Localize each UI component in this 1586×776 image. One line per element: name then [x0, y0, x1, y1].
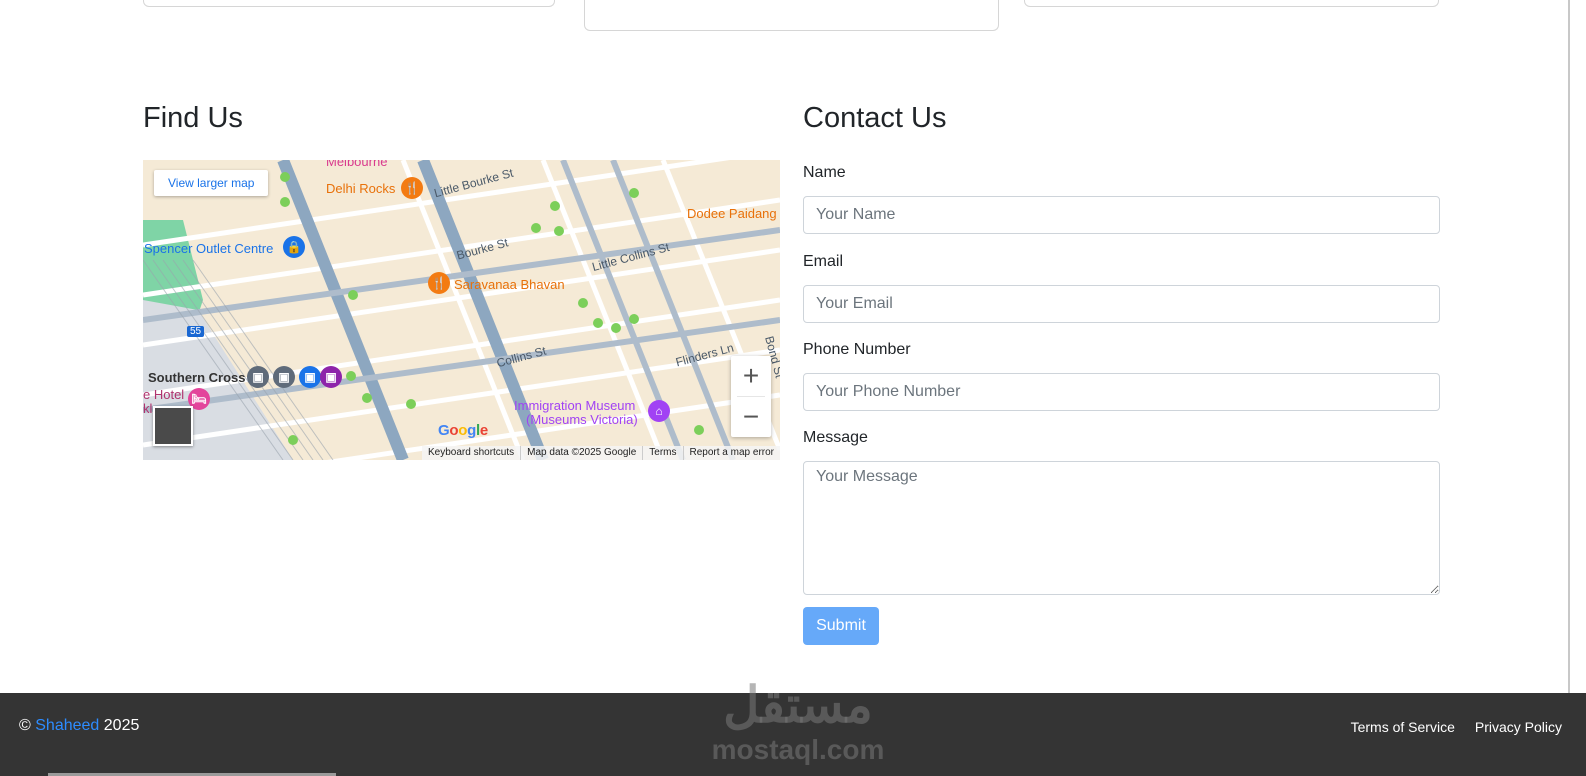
watermark-arabic: مستقل: [723, 677, 873, 733]
google-logo: Google: [438, 422, 488, 439]
scrollbar[interactable]: [1568, 0, 1586, 693]
site-footer: © Shaheed 2025 مستقل mostaql.com Terms o…: [0, 677, 1586, 776]
zoom-in-button[interactable]: +: [731, 356, 771, 396]
copyright-text: © Shaheed 2025: [19, 717, 139, 735]
train-station-icon[interactable]: ▣: [247, 366, 269, 388]
contact-us-title: Contact Us: [803, 102, 947, 134]
map-attribution-bar: Keyboard shortcuts Map data ©2025 Google…: [421, 446, 780, 460]
card-bottom-edge-left: [143, 0, 555, 7]
map-label-saravanaa-bhavan[interactable]: Saravanaa Bhavan: [454, 277, 565, 292]
view-larger-map-link[interactable]: View larger map: [154, 170, 269, 196]
map-label-melbourne: Melbourne: [326, 160, 388, 169]
map-canvas[interactable]: [143, 160, 780, 460]
map-label-hotel-2: kl: [143, 401, 153, 416]
map-label-delhi-rocks[interactable]: Delhi Rocks: [326, 181, 395, 196]
museum-pin-icon[interactable]: ⌂: [648, 400, 670, 422]
restaurant-pin-icon[interactable]: 🍴: [401, 177, 423, 199]
card-bottom-edge-right: [1024, 0, 1439, 7]
name-field[interactable]: [803, 196, 1440, 234]
bus-station-icon[interactable]: ▣: [299, 366, 321, 388]
map-zoom-control: + −: [731, 356, 771, 437]
restaurant-pin-icon[interactable]: 🍴: [428, 272, 450, 294]
terms-of-service-link[interactable]: Terms of Service: [1351, 719, 1455, 735]
mostaql-watermark: مستقل mostaql.com: [693, 675, 903, 765]
map-label-spencer-outlet[interactable]: Spencer Outlet Centre: [144, 241, 273, 256]
copyright-year: 2025: [103, 717, 140, 734]
map-label-hotel[interactable]: e Hotel: [143, 387, 184, 402]
message-field[interactable]: [803, 461, 1440, 595]
satellite-toggle-thumbnail[interactable]: [153, 406, 193, 446]
watermark-domain: mostaql.com: [711, 734, 885, 765]
footer-nav: Terms of Service Privacy Policy: [1351, 719, 1562, 735]
keyboard-shortcuts-link[interactable]: Keyboard shortcuts: [422, 446, 520, 460]
email-label: Email: [803, 253, 844, 270]
name-label: Name: [803, 164, 846, 181]
submit-button[interactable]: Submit: [803, 607, 879, 645]
privacy-policy-link[interactable]: Privacy Policy: [1475, 719, 1562, 735]
tram-station-icon[interactable]: ▣: [320, 366, 342, 388]
email-field[interactable]: [803, 285, 1440, 323]
copyright-symbol: ©: [19, 717, 31, 734]
report-map-error-link[interactable]: Report a map error: [682, 446, 780, 460]
message-label: Message: [803, 429, 868, 446]
terms-link[interactable]: Terms: [642, 446, 682, 460]
map-label-southern-cross[interactable]: Southern Cross: [148, 370, 246, 385]
phone-label: Phone Number: [803, 341, 911, 358]
map-data-text: Map data ©2025 Google: [520, 446, 642, 460]
page: Find Us Melbourne Delhi Rocks 🍴 Little B…: [0, 0, 1586, 776]
find-us-title: Find Us: [143, 102, 243, 134]
route-55-badge: 55: [187, 326, 205, 337]
zoom-out-button[interactable]: −: [731, 397, 771, 437]
shopping-pin-icon[interactable]: 🔒: [283, 236, 305, 258]
map-label-museums-victoria: (Museums Victoria): [526, 412, 638, 427]
map-label-dodee-paidang[interactable]: Dodee Paidang: [687, 206, 777, 221]
phone-field[interactable]: [803, 373, 1440, 411]
train-station-icon[interactable]: ▣: [273, 366, 295, 388]
map-label-immigration-museum[interactable]: Immigration Museum: [514, 398, 635, 413]
google-map-embed[interactable]: Melbourne Delhi Rocks 🍴 Little Bourke St…: [143, 160, 780, 460]
card-bottom-edge-center: [584, 0, 999, 31]
brand-link[interactable]: Shaheed: [35, 717, 99, 734]
